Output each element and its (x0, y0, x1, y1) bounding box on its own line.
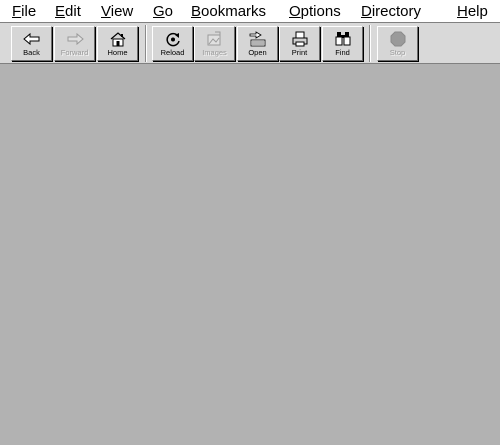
stop-button[interactable]: Stop (377, 26, 418, 61)
stop-icon (378, 30, 417, 48)
menu-help-label: elp (467, 3, 488, 20)
print-icon (280, 30, 319, 48)
menu-bookmarks[interactable]: Bookmarks (191, 3, 266, 21)
toolbar-separator (369, 25, 371, 62)
back-arrow-icon (12, 30, 51, 48)
print-button[interactable]: Print (279, 26, 320, 61)
menu-go-mnemonic: G (153, 3, 165, 20)
content-area[interactable] (0, 64, 500, 445)
menu-bookmarks-label: ookmarks (201, 3, 267, 20)
menu-edit[interactable]: Edit (55, 3, 81, 21)
menu-edit-mnemonic: E (55, 3, 66, 20)
reload-button[interactable]: Reload (152, 26, 193, 61)
menu-directory-mnemonic: D (361, 3, 372, 20)
home-label: Home (107, 48, 128, 57)
open-icon (238, 30, 277, 48)
images-icon (195, 30, 234, 48)
menu-bookmarks-mnemonic: B (191, 3, 202, 20)
browser-window: File Edit View Go Bookmarks Options Dire… (0, 0, 500, 445)
menu-file-label: ile (21, 3, 37, 20)
menu-options-mnemonic: O (289, 3, 301, 20)
menu-directory[interactable]: Directory (361, 3, 421, 21)
forward-arrow-icon (55, 30, 94, 48)
menu-edit-label: dit (65, 3, 81, 20)
menu-bar: File Edit View Go Bookmarks Options Dire… (0, 0, 500, 23)
reload-label: Reload (160, 48, 185, 57)
forward-label: Forward (60, 48, 89, 57)
toolbar-separator (145, 25, 147, 62)
open-label: Open (248, 48, 267, 57)
stop-label: Stop (389, 48, 406, 57)
back-label: Back (23, 48, 40, 57)
menu-go[interactable]: Go (153, 3, 173, 21)
find-label: Find (335, 48, 350, 57)
menu-help-mnemonic: H (457, 3, 468, 20)
menu-options-label: ptions (300, 3, 341, 20)
menu-go-label: o (164, 3, 174, 20)
forward-button[interactable]: Forward (54, 26, 95, 61)
open-button[interactable]: Open (237, 26, 278, 61)
images-label: Images (202, 48, 227, 57)
menu-file-mnemonic: F (12, 3, 22, 20)
images-button[interactable]: Images (194, 26, 235, 61)
back-button[interactable]: Back (11, 26, 52, 61)
home-button[interactable]: Home (97, 26, 138, 61)
find-button[interactable]: Find (322, 26, 363, 61)
menu-options[interactable]: Options (289, 3, 341, 21)
toolbar: Back Forward Home Reload Images Open Pri… (0, 23, 500, 64)
menu-view[interactable]: View (101, 3, 133, 21)
home-icon (98, 30, 137, 48)
find-binoculars-icon (323, 30, 362, 48)
menu-view-label: iew (110, 3, 134, 20)
menu-help[interactable]: Help (457, 3, 488, 21)
menu-file[interactable]: File (12, 3, 36, 21)
menu-directory-label: irectory (371, 3, 422, 20)
reload-icon (153, 30, 192, 48)
menu-view-mnemonic: V (101, 3, 111, 20)
print-label: Print (291, 48, 308, 57)
